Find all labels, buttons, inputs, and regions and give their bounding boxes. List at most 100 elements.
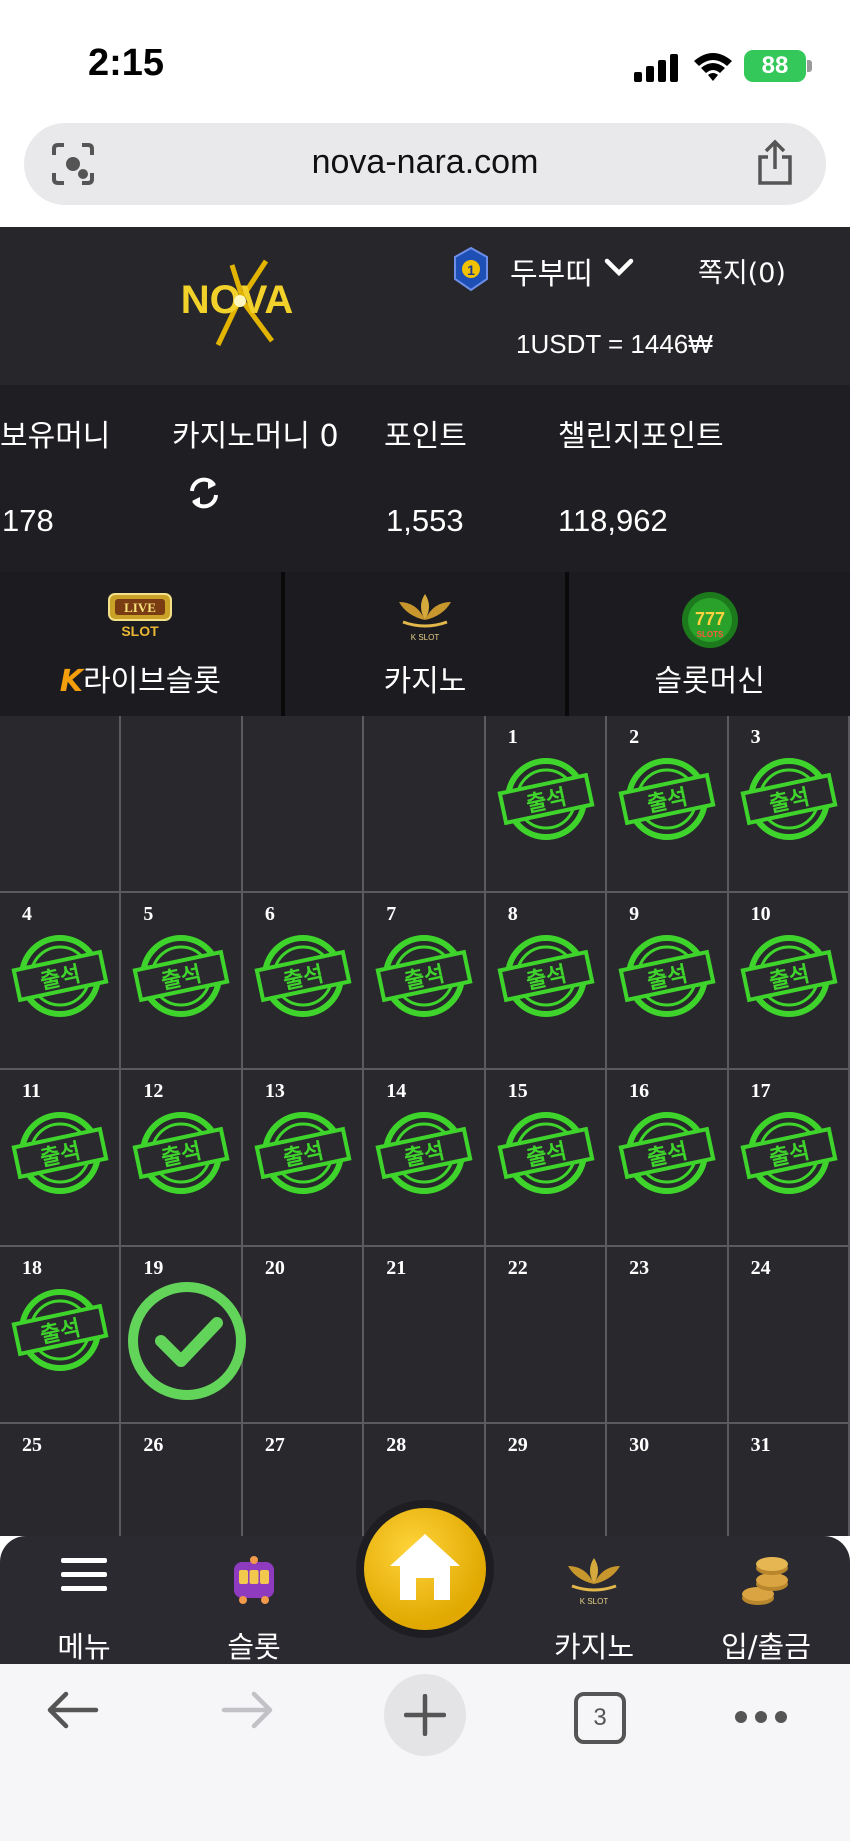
- calendar-empty-cell: [0, 716, 122, 893]
- status-bar: 2:15 88: [0, 0, 850, 120]
- balance-panel: 보유머니 178 카지노머니 0 포인트 1,553 챌린지포인트 118,96…: [0, 385, 850, 572]
- url-text[interactable]: nova-nara.com: [24, 143, 826, 182]
- calendar-day-cell: 3 출석: [728, 716, 850, 893]
- challenge-point-label: 챌린지포인트: [558, 419, 724, 454]
- calendar-empty-cell: [121, 716, 243, 893]
- chevron-down-icon[interactable]: [604, 257, 634, 279]
- calendar-day-cell: 22: [485, 1247, 608, 1424]
- username[interactable]: 두부띠: [510, 249, 593, 293]
- calendar-day-number: 21: [386, 1257, 407, 1279]
- attendance-stamp-icon: 출석: [497, 1112, 595, 1194]
- new-tab-button[interactable]: [384, 1674, 466, 1756]
- attendance-stamp-icon: 출석: [11, 1289, 109, 1371]
- level-badge-icon: 1: [454, 247, 488, 291]
- calendar-day-cell: 30: [607, 1424, 729, 1536]
- attendance-stamp-icon: 출석: [375, 935, 473, 1017]
- home-button[interactable]: [356, 1500, 494, 1638]
- calendar-day-cell: 1 출석: [485, 716, 608, 893]
- tab-count-button[interactable]: 3: [574, 1692, 626, 1744]
- tab-live-slot[interactable]: LIVE SLOT K라이브슬롯: [0, 572, 285, 716]
- money-label: 보유머니: [0, 419, 111, 454]
- back-arrow-icon[interactable]: [44, 1690, 100, 1730]
- calendar-day-cell: 14 출석: [364, 1070, 486, 1247]
- calendar-day-number: 3: [750, 726, 761, 748]
- live-slot-icon-text: LIVE: [124, 600, 156, 615]
- signal-icon: [634, 54, 678, 82]
- calendar-day-cell: 6 출석: [242, 893, 365, 1070]
- casino-icon-sub: K SLOT: [411, 633, 440, 642]
- attendance-stamp-icon: 출석: [618, 935, 716, 1017]
- nav-slot[interactable]: 슬롯: [184, 1554, 324, 1664]
- calendar-day-number: 2: [629, 726, 640, 748]
- calendar-day-cell: 27: [243, 1424, 365, 1536]
- calendar-day-cell: 4 출석: [0, 893, 122, 1070]
- calendar-day-cell: 21: [364, 1247, 486, 1424]
- attendance-stamp-icon: 출석: [497, 935, 595, 1017]
- calendar-day-number: 15: [507, 1080, 528, 1102]
- calendar-day-cell: 25: [0, 1424, 122, 1536]
- nova-logo[interactable]: NOVA: [148, 257, 326, 347]
- attendance-stamp-icon: 출석: [11, 1112, 109, 1194]
- wifi-icon: [694, 53, 732, 81]
- calendar-day-number: 25: [22, 1434, 42, 1456]
- calendar-day-number: 13: [264, 1080, 285, 1102]
- calendar-day-number: 9: [629, 903, 640, 925]
- calendar-day-number: 18: [22, 1257, 42, 1279]
- forward-arrow-icon[interactable]: [220, 1690, 276, 1730]
- attendance-stamp-icon: 출석: [497, 758, 595, 840]
- attendance-stamp-icon: 출석: [132, 935, 230, 1017]
- lotus-icon: K SLOT: [399, 594, 451, 642]
- bottom-navigation: 메뉴 슬롯 K SLOT 카지노 입/출금: [0, 1500, 850, 1664]
- attendance-stamp-icon: 출석: [618, 758, 716, 840]
- attendance-stamp-icon: 출석: [740, 935, 838, 1017]
- attendance-stamp-icon: 출석: [375, 1112, 473, 1194]
- calendar-day-number: 12: [143, 1080, 164, 1102]
- attendance-stamp-icon: 출석: [11, 935, 109, 1017]
- calendar-day-number: 1: [507, 726, 518, 748]
- battery-tip: [807, 60, 812, 72]
- tab-casino[interactable]: K SLOT 카지노: [285, 572, 570, 716]
- browser-toolbar: 3: [0, 1664, 850, 1841]
- calendar-day-cell: 10 출석: [728, 893, 850, 1070]
- calendar-day-number: 17: [750, 1080, 771, 1102]
- calendar-day-number: 27: [264, 1434, 285, 1456]
- calendar-day-cell: 19: [121, 1247, 247, 1424]
- messages-link[interactable]: 쪽지(0): [698, 251, 786, 290]
- calendar-day-number: 30: [629, 1434, 650, 1456]
- tab-slot-machine-label: 슬롯머신: [654, 664, 765, 699]
- nav-menu[interactable]: 메뉴: [14, 1554, 154, 1664]
- casino-money-label: 카지노머니 0: [172, 419, 339, 454]
- nav-deposit[interactable]: 입/출금: [696, 1554, 836, 1664]
- live-slot-icon: LIVE SLOT: [108, 593, 173, 639]
- calendar-day-cell: 7 출석: [364, 893, 486, 1070]
- calendar-day-cell: 13 출석: [242, 1070, 365, 1247]
- more-icon[interactable]: [734, 1710, 788, 1724]
- battery-indicator: 88: [744, 50, 806, 82]
- calendar-day-cell: 16 출석: [607, 1070, 729, 1247]
- attendance-stamp-icon: 출석: [254, 1112, 352, 1194]
- slots-icon-sub: SLOTS: [696, 630, 723, 639]
- game-category-tabs: LIVE SLOT K라이브슬롯 K SLOT 카지노 777 SLOTS 슬롯…: [0, 572, 850, 716]
- calendar-day-cell: 26: [121, 1424, 243, 1536]
- share-icon[interactable]: [754, 139, 796, 187]
- attendance-stamp-icon: 출석: [740, 758, 838, 840]
- calendar-day-cell: 23: [607, 1247, 729, 1424]
- nav-casino[interactable]: K SLOT 카지노: [524, 1554, 664, 1664]
- calendar-day-number: 28: [386, 1434, 407, 1456]
- calendar-day-number: 23: [629, 1257, 650, 1279]
- nav-slot-label: 슬롯: [227, 1630, 281, 1664]
- refresh-icon[interactable]: [186, 475, 222, 511]
- calendar-day-number: 22: [507, 1257, 528, 1279]
- calendar-day-cell: 29: [486, 1424, 608, 1536]
- calendar-day-cell: 20: [242, 1247, 365, 1424]
- calendar-day-number: 5: [143, 903, 154, 925]
- calendar-day-cell: 17 출석: [728, 1070, 850, 1247]
- tab-slot-machine[interactable]: 777 SLOTS 슬롯머신: [569, 572, 850, 716]
- calendar-day-cell: 2 출석: [607, 716, 729, 893]
- calendar-day-number: 11: [22, 1080, 41, 1102]
- calendar-day-number: 14: [386, 1080, 407, 1102]
- address-bar[interactable]: nova-nara.com: [24, 123, 826, 205]
- tab-live-slot-label: K라이브슬롯: [0, 656, 281, 700]
- nav-menu-label: 메뉴: [57, 1630, 111, 1664]
- calendar-day-cell: 8 출석: [485, 893, 608, 1070]
